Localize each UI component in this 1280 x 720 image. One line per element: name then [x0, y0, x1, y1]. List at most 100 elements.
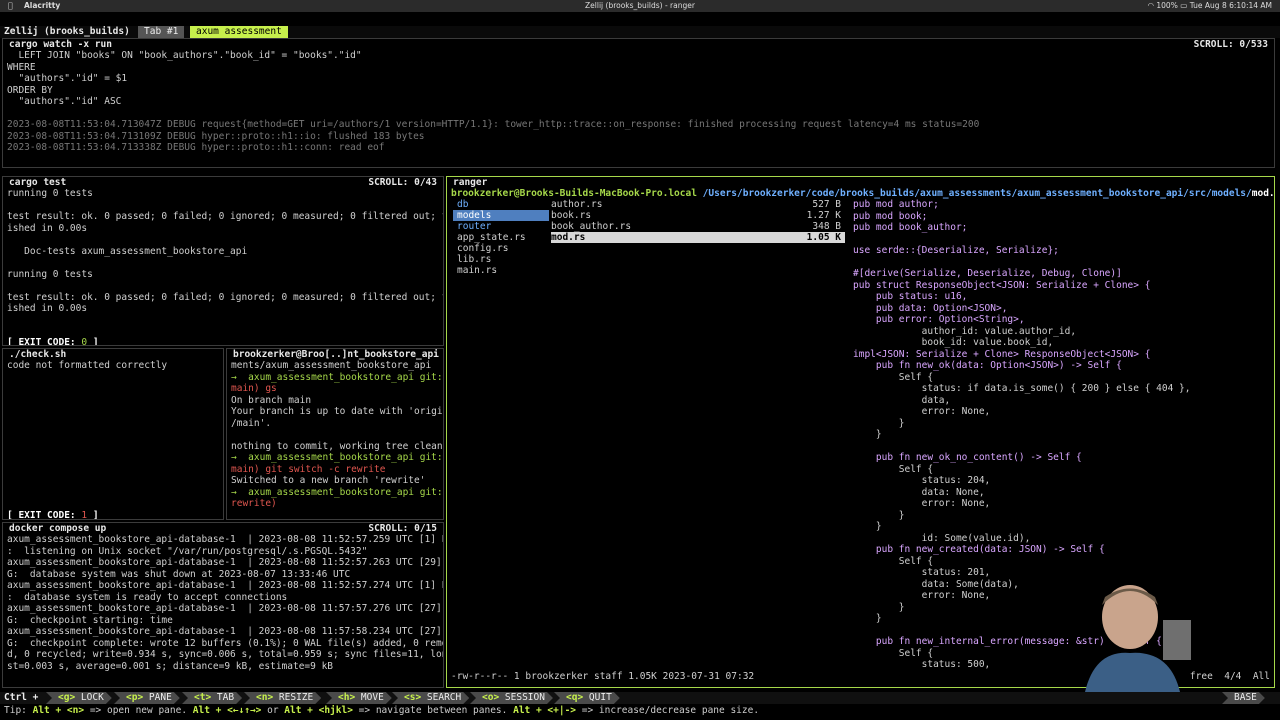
scroll-indicator: SCROLL: 0/533	[1193, 39, 1268, 51]
user-host: brookzerker@Brooks-Builds-MacBook-Pro.lo…	[451, 188, 697, 199]
tab-1[interactable]: Tab #1	[138, 26, 185, 38]
current-dir: /Users/brookzerker/code/brooks_builds/ax…	[696, 188, 1252, 199]
code-line: data,	[853, 394, 951, 406]
menu-bar-status: ◠ 100% ▭ Tue Aug 8 6:10:14 AM	[1147, 0, 1272, 12]
code-line: pub mod book_author;	[853, 222, 968, 233]
log-line: "authors"."id" ASC	[7, 96, 122, 107]
code-line: }	[853, 521, 882, 532]
ranger-file-app-state[interactable]: app_state.rs	[457, 232, 526, 243]
code-line: pub fn new_ok_no_content() -> Self {	[853, 452, 1082, 463]
exit-code-line: [ EXIT CODE: 0 ]	[7, 337, 99, 346]
ranger-dir-router[interactable]: router	[457, 221, 547, 232]
zellij-tip-bar: Tip: Alt + <n> => open new pane. Alt + <…	[4, 705, 760, 716]
battery-level[interactable]: 100%	[1156, 1, 1177, 10]
terminal-output: running 0 tests test result: ok. 0 passe…	[7, 188, 444, 315]
ranger-file-lib[interactable]: lib.rs	[457, 254, 491, 265]
output-line: /main'.	[231, 417, 272, 429]
log-line: ORDER BY	[7, 84, 53, 96]
tab-axum-assessment[interactable]: axum assessment	[190, 26, 288, 38]
code-line: impl<JSON: Serialize + Clone> ResponseOb…	[853, 348, 1151, 360]
log-line: axum_assessment_bookstore_api-database-1…	[7, 580, 444, 591]
prompt-line: → axum_assessment_bookstore_api git:(	[231, 371, 444, 383]
session-name: Zellij (brooks_builds)	[4, 26, 130, 37]
mode-pane[interactable]: <p> PANE	[114, 692, 180, 704]
clock[interactable]: Tue Aug 8 6:10:14 AM	[1190, 1, 1272, 10]
ranger-dir-models[interactable]: models	[453, 210, 549, 221]
pane-title: cargo watch -x run	[9, 39, 112, 51]
code-line: pub mod author;	[853, 199, 939, 210]
pane-cargo-watch[interactable]: cargo watch -x run SCROLL: 0/533 LEFT JO…	[2, 38, 1275, 168]
mode-quit[interactable]: <q> QUIT	[554, 692, 620, 704]
log-line: d, 0 recycled; write=0.934 s, sync=0.006…	[7, 649, 444, 660]
code-line: author_id: value.author_id,	[853, 325, 1077, 337]
code-line: }	[853, 509, 905, 521]
ranger-file-main[interactable]: main.rs	[457, 265, 497, 276]
prompt-line: → axum_assessment_bookstore_api git:(	[231, 452, 444, 463]
ranger-file-mod-selected[interactable]: mod.rs 1.05 K	[551, 232, 845, 243]
mode-search[interactable]: <s> SEARCH	[392, 692, 469, 704]
code-line: pub fn new_created(data: JSON) -> Self {	[853, 544, 1105, 555]
mode-base: BASE	[1222, 692, 1265, 704]
battery-icon[interactable]: ▭	[1180, 1, 1187, 10]
mode-session[interactable]: <o> SESSION	[470, 692, 553, 704]
pane-title: ./check.sh	[9, 349, 67, 361]
ranger-file-author[interactable]: author.rs 527 B	[551, 199, 845, 210]
code-line: status: if data.is_some() { 200 } else {…	[853, 383, 1191, 394]
output-line: test result: ok. 0 passed; 0 failed; 0 i…	[7, 211, 444, 222]
output-line: Doc-tests axum_assessment_bookstore_api	[7, 245, 248, 257]
pane-title: docker compose up	[9, 523, 107, 535]
macos-menu-bar:  Alacritty Zellij (brooks_builds) - ran…	[0, 0, 1280, 12]
log-line: WHERE	[7, 61, 36, 73]
wifi-icon[interactable]: ◠	[1147, 1, 1154, 10]
pane-check-sh[interactable]: ./check.sh code not formatted correctly …	[2, 348, 224, 520]
scroll-indicator: SCROLL: 0/43	[368, 177, 437, 189]
code-line: book_id: value.book_id,	[853, 337, 1054, 348]
code-line: Self {	[853, 371, 934, 383]
output-line: code not formatted correctly	[7, 360, 168, 371]
pane-cargo-test[interactable]: cargo test SCROLL: 0/43 running 0 tests …	[2, 176, 444, 346]
ranger-file-book[interactable]: book.rs 1.27 K	[551, 210, 845, 221]
code-line: pub fn new_ok(data: Option<JSON>) -> Sel…	[853, 360, 1122, 371]
ranger-dir-db[interactable]: db	[457, 199, 547, 210]
ranger-file-book-author[interactable]: book_author.rs 348 B	[551, 221, 845, 232]
code-line: }	[853, 429, 882, 440]
log-line: axum_assessment_bookstore_api-database-1…	[7, 626, 444, 637]
log-line: G: checkpoint complete: wrote 12 buffers…	[7, 637, 444, 649]
code-line: error: None,	[853, 498, 991, 509]
code-line: error: None,	[853, 406, 991, 417]
mode-resize[interactable]: <n> RESIZE	[244, 692, 321, 704]
log-line: 2023-08-08T11:53:04.713047Z DEBUG reques…	[7, 119, 980, 130]
ctrl-modifier: Ctrl +	[4, 692, 39, 703]
code-line: pub struct ResponseObject<JSON: Serializ…	[853, 279, 1151, 291]
output-line: test result: ok. 0 passed; 0 failed; 0 i…	[7, 291, 444, 303]
code-line: data: None,	[853, 486, 985, 498]
pane-docker-compose[interactable]: docker compose up SCROLL: 0/15 axum_asse…	[2, 522, 444, 688]
log-line: axum_assessment_bookstore_api-database-1…	[7, 603, 444, 614]
code-line: }	[853, 417, 905, 429]
mode-tab[interactable]: <t> TAB	[182, 692, 242, 704]
log-line: 2023-08-08T11:53:04.713338Z DEBUG hyper:…	[7, 142, 385, 153]
code-line: pub mod book;	[853, 210, 928, 222]
code-line: Self {	[853, 555, 934, 567]
log-line: axum_assessment_bookstore_api-database-1…	[7, 557, 444, 568]
prompt-line: → axum_assessment_bookstore_api git:(	[231, 486, 444, 498]
ranger-statusline: -rw-r--r-- 1 brookzerker staff 1.05K 202…	[451, 671, 755, 682]
code-line: #[derive(Serialize, Deserialize, Debug, …	[853, 268, 1122, 279]
code-line: pub error: Option<String>,	[853, 314, 1025, 325]
pane-title: brookzerker@Broo[..]nt_bookstore_api	[233, 349, 439, 361]
output-line: ished in 0.00s	[7, 222, 88, 234]
mode-lock[interactable]: <g> LOCK	[46, 692, 112, 704]
output-line: running 0 tests	[7, 268, 93, 280]
pane-shell[interactable]: brookzerker@Broo[..]nt_bookstore_api men…	[226, 348, 444, 520]
log-line: G: checkpoint starting: time	[7, 614, 173, 626]
mode-move[interactable]: <h> MOVE	[326, 692, 392, 704]
pane-title: ranger	[453, 177, 488, 189]
log-line: axum_assessment_bookstore_api-database-1…	[7, 534, 444, 545]
ranger-file-config[interactable]: config.rs	[457, 243, 508, 254]
window-title: Zellij (brooks_builds) - ranger	[585, 1, 695, 10]
